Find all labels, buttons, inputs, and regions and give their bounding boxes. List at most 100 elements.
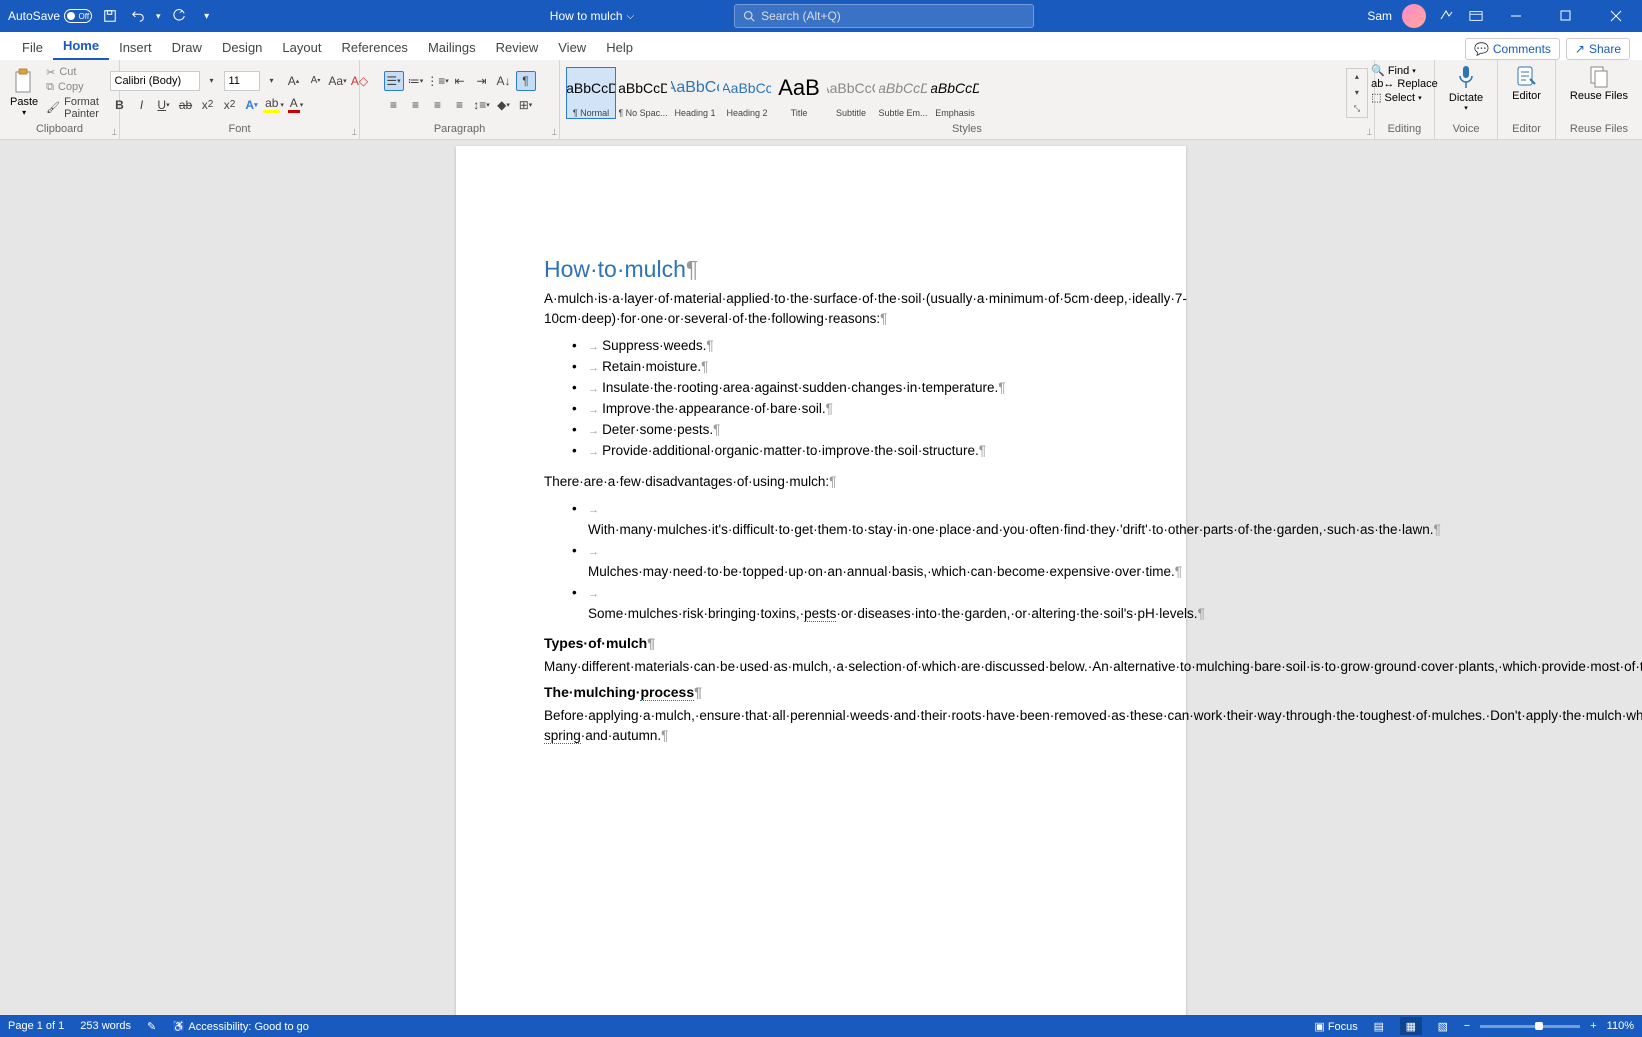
tab-insert[interactable]: Insert [109, 35, 162, 60]
redo-icon[interactable] [169, 6, 189, 26]
sort-button[interactable]: A↓ [494, 71, 514, 91]
list-item[interactable]: Improve·the·appearance·of·bare·soil.¶ [572, 399, 1098, 420]
style-heading-2[interactable]: AaBbCcHeading 2 [722, 67, 772, 119]
zoom-slider[interactable] [1480, 1025, 1580, 1028]
heading-2[interactable]: The·mulching·process¶ [544, 684, 1098, 700]
shading-button[interactable]: ◆▾ [494, 95, 514, 115]
style--no-spac-[interactable]: AaBbCcDc¶ No Spac... [618, 67, 668, 119]
paste-button[interactable]: Paste ▾ [6, 66, 42, 119]
heading-1[interactable]: How·to·mulch¶ [544, 256, 1098, 283]
line-spacing-button[interactable]: ↕≡▾ [472, 95, 492, 115]
find-button[interactable]: 🔍Find▾ [1371, 64, 1438, 77]
underline-button[interactable]: U▾ [154, 95, 174, 115]
paragraph[interactable]: Many·different·materials·can·be·used·as·… [544, 657, 1098, 677]
cut-button[interactable]: ✂Cut [46, 66, 113, 79]
numbering-button[interactable]: ≔▾ [406, 71, 426, 91]
font-dropdown-icon[interactable]: ▾ [202, 71, 222, 91]
tab-view[interactable]: View [548, 35, 596, 60]
superscript-button[interactable]: x2 [220, 95, 240, 115]
undo-icon[interactable] [128, 6, 148, 26]
justify-button[interactable]: ≡ [450, 95, 470, 115]
strikethrough-button[interactable]: ab [176, 95, 196, 115]
qat-dropdown-icon[interactable]: ▾ [156, 11, 161, 22]
list-item[interactable]: Some·mulches·risk·bringing·toxins,·pests… [572, 583, 1098, 625]
tab-file[interactable]: File [12, 35, 53, 60]
style-emphasis[interactable]: AaBbCcDcEmphasis [930, 67, 980, 119]
fontsize-dropdown-icon[interactable]: ▾ [262, 71, 282, 91]
dictate-button[interactable]: Dictate▾ [1441, 64, 1491, 112]
font-launcher-icon[interactable]: ⟘ [352, 127, 357, 138]
tab-design[interactable]: Design [212, 35, 272, 60]
format-painter-button[interactable]: 🖌Format Painter [46, 96, 113, 120]
ribbon-display-icon[interactable] [1466, 6, 1486, 26]
align-right-button[interactable]: ≡ [428, 95, 448, 115]
tab-layout[interactable]: Layout [272, 35, 331, 60]
bullet-list[interactable]: Suppress·weeds.¶Retain·moisture.¶Insulat… [572, 336, 1098, 462]
align-left-button[interactable]: ≡ [384, 95, 404, 115]
clipboard-launcher-icon[interactable]: ⟘ [112, 127, 117, 138]
style-subtle-em-[interactable]: AaBbCcDcSubtle Em... [878, 67, 928, 119]
web-layout-icon[interactable]: ▧ [1432, 1017, 1454, 1035]
borders-button[interactable]: ⊞▾ [516, 95, 536, 115]
zoom-out-button[interactable]: − [1464, 1020, 1470, 1032]
editor-button[interactable]: Editor [1504, 64, 1549, 102]
list-item[interactable]: Insulate·the·rooting·area·against·sudden… [572, 378, 1098, 399]
style--normal[interactable]: AaBbCcDc¶ Normal [566, 67, 616, 119]
increase-indent-button[interactable]: ⇥ [472, 71, 492, 91]
tab-review[interactable]: Review [486, 35, 549, 60]
print-layout-icon[interactable]: ▦ [1400, 1017, 1422, 1035]
list-item[interactable]: Retain·moisture.¶ [572, 357, 1098, 378]
list-item[interactable]: Provide·additional·organic·matter·to·imp… [572, 441, 1098, 462]
bullets-button[interactable]: ☰▾ [384, 71, 404, 91]
list-item[interactable]: Suppress·weeds.¶ [572, 336, 1098, 357]
style-heading-1[interactable]: AaBbCcHeading 1 [670, 67, 720, 119]
word-count[interactable]: 253 words [80, 1020, 131, 1032]
paragraph[interactable]: A·mulch·is·a·layer·of·material·applied·t… [544, 289, 1098, 328]
highlight-button[interactable]: ab▾ [264, 95, 284, 115]
document-area[interactable]: How·to·mulch¶ A·mulch·is·a·layer·of·mate… [0, 140, 1642, 1015]
zoom-in-button[interactable]: + [1590, 1020, 1596, 1032]
styles-launcher-icon[interactable]: ⟘ [1367, 127, 1372, 138]
font-size-input[interactable] [224, 71, 260, 91]
styles-scroll-up-icon[interactable]: ▴ [1347, 69, 1367, 85]
maximize-button[interactable] [1546, 2, 1586, 30]
tab-references[interactable]: References [331, 35, 417, 60]
subscript-button[interactable]: x2 [198, 95, 218, 115]
copy-button[interactable]: ⧉Copy [46, 81, 113, 94]
style-subtitle[interactable]: AaBbCcCSubtitle [826, 67, 876, 119]
qat-customize-icon[interactable]: ▾ [197, 6, 217, 26]
style-title[interactable]: AaBTitle [774, 67, 824, 119]
coming-soon-icon[interactable] [1436, 6, 1456, 26]
decrease-indent-button[interactable]: ⇤ [450, 71, 470, 91]
multilevel-button[interactable]: ⋮≡▾ [428, 71, 448, 91]
comments-button[interactable]: 💬Comments [1465, 38, 1560, 60]
font-name-input[interactable] [110, 71, 200, 91]
avatar[interactable] [1402, 4, 1426, 28]
styles-scroll-down-icon[interactable]: ▾ [1347, 85, 1367, 101]
styles-expand-icon[interactable]: ⤡ [1347, 101, 1367, 117]
paragraph[interactable]: There·are·a·few·disadvantages·of·using·m… [544, 472, 1098, 492]
read-mode-icon[interactable]: ▤ [1368, 1017, 1390, 1035]
autosave-toggle[interactable]: AutoSave Off [8, 9, 92, 23]
text-effects-icon[interactable]: A▾ [242, 95, 262, 115]
increase-font-icon[interactable]: A▴ [284, 71, 304, 91]
decrease-font-icon[interactable]: A▾ [306, 71, 326, 91]
minimize-button[interactable] [1496, 2, 1536, 30]
accessibility-status[interactable]: ♿ Accessibility: Good to go [172, 1020, 309, 1033]
font-color-button[interactable]: A▾ [286, 95, 306, 115]
list-item[interactable]: With·many·mulches·it's·difficult·to·get·… [572, 499, 1098, 541]
reuse-files-button[interactable]: Reuse Files [1562, 64, 1636, 102]
focus-mode-button[interactable]: ▣ Focus [1314, 1020, 1357, 1033]
tab-mailings[interactable]: Mailings [418, 35, 486, 60]
share-button[interactable]: ↗Share [1566, 38, 1630, 60]
search-input[interactable]: Search (Alt+Q) [734, 4, 1034, 28]
heading-2[interactable]: Types·of·mulch¶ [544, 635, 1098, 651]
tab-draw[interactable]: Draw [162, 35, 212, 60]
tab-help[interactable]: Help [596, 35, 643, 60]
paragraph-launcher-icon[interactable]: ⟘ [552, 127, 557, 138]
italic-button[interactable]: I [132, 95, 152, 115]
show-marks-button[interactable]: ¶ [516, 71, 536, 91]
close-button[interactable] [1596, 2, 1636, 30]
bold-button[interactable]: B [110, 95, 130, 115]
change-case-icon[interactable]: Aa▾ [328, 71, 348, 91]
